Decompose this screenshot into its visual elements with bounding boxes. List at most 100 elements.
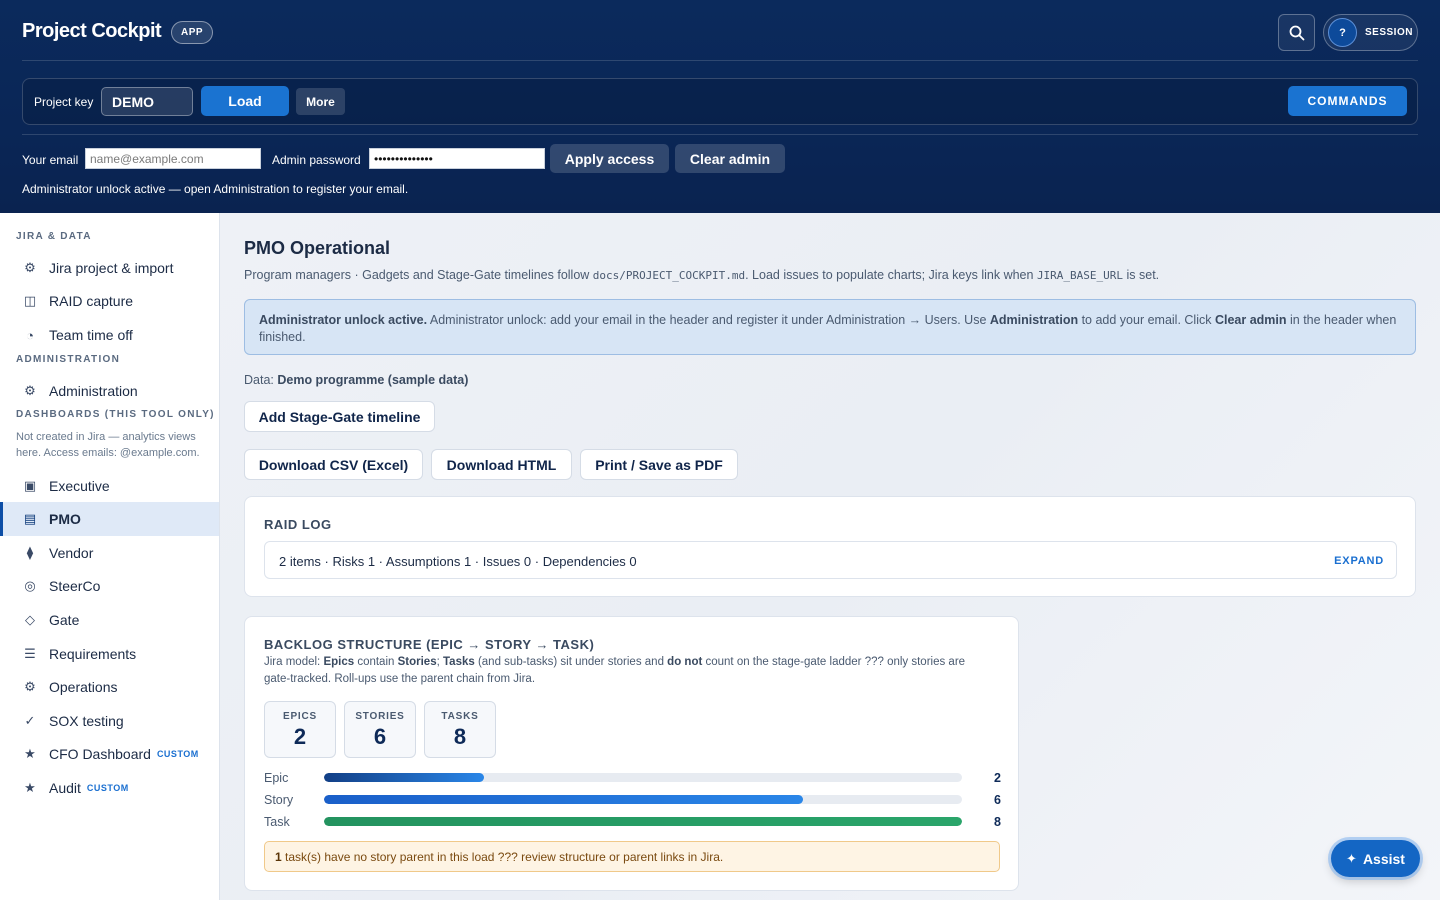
download-html-button[interactable]: Download HTML: [431, 449, 572, 480]
email-field[interactable]: [85, 148, 261, 169]
clear-admin-button[interactable]: Clear admin: [675, 144, 785, 173]
header-divider: [22, 60, 1418, 61]
bar-fill-task: [324, 817, 962, 826]
data-source-label: Data:: [244, 373, 278, 387]
admin-password-field[interactable]: [369, 148, 545, 169]
bar-value-story: 6: [994, 793, 1001, 807]
sidebar-item-operations[interactable]: ⚙ Operations: [0, 670, 219, 704]
raid-summary-row[interactable]: 2 items · Risks 1 · Assumptions 1 · Issu…: [264, 541, 1397, 579]
sidebar-item-label: Operations: [49, 679, 118, 695]
page-subtitle: Program managers · Gadgets and Stage-Gat…: [244, 268, 1159, 282]
desc-text: Jira model:: [264, 656, 324, 668]
data-source-value: Demo programme (sample data): [277, 373, 469, 387]
sidebar-item-label: Requirements: [49, 646, 137, 662]
square-icon: ▣: [23, 478, 37, 493]
backlog-description: Jira model: Epics contain Stories; Tasks…: [264, 654, 994, 688]
check-icon: ✓: [24, 713, 36, 728]
desc-strong: do not: [667, 656, 703, 668]
custom-badge: CUSTOM: [86, 783, 129, 793]
sidebar-item-raid-capture[interactable]: ◫ RAID capture: [0, 284, 219, 318]
sidebar-item-executive[interactable]: ▣ Executive: [0, 469, 219, 503]
subtitle-text: Program managers · Gadgets and Stage-Gat…: [244, 268, 593, 282]
assist-button[interactable]: ✦ Assist: [1331, 840, 1420, 877]
sidebar-item-audit[interactable]: ★ Audit CUSTOM: [0, 771, 219, 805]
bar-label-epic: Epic: [264, 771, 289, 785]
print-pdf-button[interactable]: Print / Save as PDF: [580, 449, 738, 480]
more-button[interactable]: More: [296, 88, 345, 115]
orphan-task-warning: 1 task(s) have no story parent in this l…: [264, 841, 1000, 872]
sidebar-item-label: Executive: [49, 478, 110, 494]
stat-label: STORIES: [355, 711, 405, 722]
commands-button[interactable]: COMMANDS: [1288, 86, 1407, 116]
download-csv-button[interactable]: Download CSV (Excel): [244, 449, 423, 480]
sidebar-item-label: Team time off: [49, 327, 133, 343]
custom-badge: CUSTOM: [156, 749, 199, 759]
stat-tasks: TASKS 8: [424, 701, 496, 758]
app-title: Project Cockpit: [22, 20, 162, 42]
help-icon: ?: [1328, 18, 1357, 47]
sidebar-item-cfo-dashboard[interactable]: ★ CFO Dashboard CUSTOM: [0, 737, 219, 771]
list-icon: ▤: [23, 511, 37, 526]
sidebar-dashboards-note: Not created in Jira — analytics views he…: [16, 431, 200, 459]
session-button[interactable]: ? SESSION: [1323, 14, 1418, 51]
sidebar-item-administration[interactable]: ⚙ Administration: [0, 374, 219, 408]
load-button[interactable]: Load: [201, 86, 289, 116]
apply-access-button[interactable]: Apply access: [550, 144, 669, 173]
bar-track-epic: [324, 773, 962, 782]
banner-text: to add your email. Click: [1078, 313, 1215, 327]
sidebar-item-sox-testing[interactable]: ✓ SOX testing: [0, 704, 219, 738]
sidebar-item-label: SteerCo: [49, 578, 101, 594]
stat-label: TASKS: [441, 711, 479, 722]
sidebar-item-label: Gate: [49, 612, 80, 628]
admin-status-note: Administrator unlock active — open Admin…: [22, 182, 409, 196]
sidebar-item-team-time-off[interactable]: ◔ Team time off: [0, 318, 219, 352]
stat-value: 6: [373, 724, 387, 749]
gear-icon: ⚙: [24, 383, 36, 398]
sidebar-item-pmo[interactable]: ▤ PMO: [0, 502, 219, 536]
bar-fill-story: [324, 795, 803, 804]
session-label: SESSION: [1365, 27, 1413, 38]
sidebar-item-label: Audit: [49, 780, 81, 796]
banner-strong: Administrator unlock active.: [259, 313, 428, 327]
raid-summary: 2 items · Risks 1 · Assumptions 1 · Issu…: [279, 554, 637, 569]
sidebar-section-title: DASHBOARDS (THIS TOOL ONLY): [16, 409, 215, 420]
sidebar-item-requirements[interactable]: ☰ Requirements: [0, 637, 219, 671]
project-toolbar: Project key Load More COMMANDS: [22, 78, 1418, 125]
sidebar-item-steerco[interactable]: ◎ SteerCo: [0, 569, 219, 603]
sidebar-item-vendor[interactable]: ⧫ Vendor: [0, 536, 219, 570]
app-header: Project Cockpit APP ? SESSION Project ke…: [0, 0, 1440, 213]
star-icon: ★: [24, 780, 36, 795]
project-key-label: Project key: [34, 95, 94, 109]
subtitle-text: . Load issues to populate charts; Jira k…: [745, 268, 1037, 282]
email-label: Your email: [22, 153, 79, 167]
assist-label: Assist: [1362, 850, 1405, 867]
data-source-line: Data: Demo programme (sample data): [244, 373, 468, 387]
raid-log-card: RAID LOG 2 items · Risks 1 · Assumptions…: [244, 496, 1416, 597]
app-badge: APP: [171, 21, 214, 44]
sidebar-section-title: ADMINISTRATION: [16, 354, 121, 365]
desc-text: contain: [354, 656, 398, 668]
stat-label: EPICS: [282, 711, 317, 722]
sidebar-item-jira-import[interactable]: ⚙ Jira project & import: [0, 251, 219, 285]
search-button[interactable]: [1278, 14, 1315, 51]
project-key-input[interactable]: [101, 87, 193, 116]
bar-label-story: Story: [264, 793, 294, 807]
bar-fill-epic: [324, 773, 484, 782]
stat-stories: STORIES 6: [344, 701, 416, 758]
banner-text: Administrator unlock: add your email in …: [427, 313, 990, 327]
gear-icon: ⚙: [24, 260, 36, 275]
banner-strong: Clear admin: [1214, 313, 1287, 327]
menu-icon: ☰: [24, 646, 36, 661]
panel-icon: ◫: [23, 293, 37, 308]
bar-value-epic: 2: [994, 771, 1001, 785]
expand-button[interactable]: EXPAND: [1334, 555, 1384, 567]
add-stage-gate-timeline-button[interactable]: Add Stage-Gate timeline: [244, 401, 435, 432]
desc-strong: Epics: [323, 656, 355, 668]
sidebar-item-gate[interactable]: ◇ Gate: [0, 603, 219, 637]
star-icon: ★: [24, 746, 36, 761]
sidebar-item-label: CFO Dashboard: [49, 746, 151, 762]
search-icon: [1289, 25, 1304, 40]
sidebar: JIRA & DATA ⚙ Jira project & import ◫ RA…: [0, 213, 220, 900]
bar-label-task: Task: [264, 815, 290, 829]
gear-icon: ⚙: [24, 679, 36, 694]
